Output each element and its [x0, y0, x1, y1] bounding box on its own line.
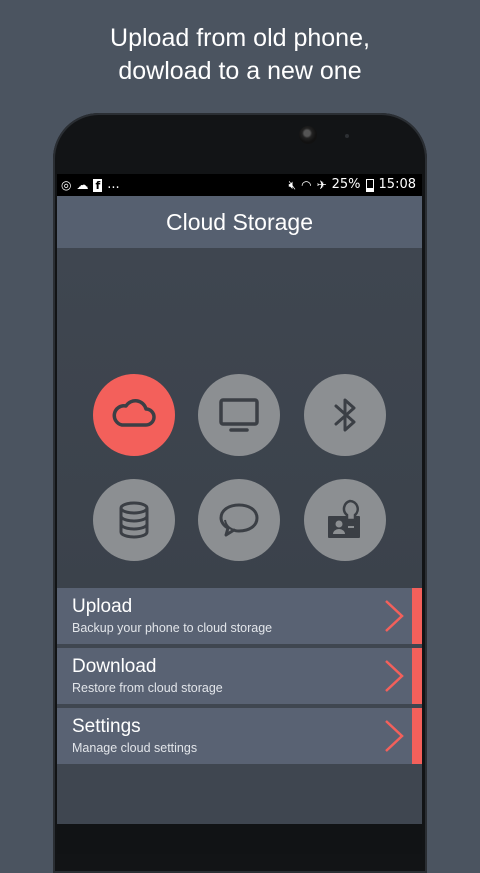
cloud-icon: [112, 399, 156, 427]
settings-title: Settings: [72, 716, 141, 737]
app-title: Cloud Storage: [57, 196, 422, 248]
phone-screen: ◎ ☁ f ... 🔇︎ ◠ ✈ 25% 15:08 Cloud Storage: [57, 174, 422, 854]
database-button[interactable]: [93, 479, 175, 561]
proximity-sensor-icon: [345, 134, 349, 138]
chat-button[interactable]: [198, 479, 280, 561]
chat-icon: [219, 503, 259, 537]
monitor-icon: [219, 398, 259, 432]
facebook-icon: f: [93, 178, 103, 192]
bluetooth-button[interactable]: [304, 374, 386, 456]
download-accent-bar: [412, 648, 422, 704]
download-title: Download: [72, 656, 157, 677]
chevron-right-icon: [385, 660, 404, 692]
airplane-icon: ✈: [316, 178, 327, 192]
upload-title: Upload: [72, 596, 133, 617]
chevron-right-icon: [385, 600, 404, 632]
front-camera-icon: [299, 126, 317, 144]
camera-app-icon: ◎: [61, 178, 72, 192]
upload-subtitle: Backup your phone to cloud storage: [72, 621, 273, 635]
settings-menu-item[interactable]: Settings Manage cloud settings: [57, 708, 422, 764]
upload-menu-item[interactable]: Upload Backup your phone to cloud storag…: [57, 588, 422, 644]
promo-headline: Upload from old phone, dowload to a new …: [0, 22, 480, 88]
contact-lightbulb-icon: [328, 499, 360, 538]
settings-accent-bar: [412, 708, 422, 764]
cloud-button[interactable]: [93, 374, 175, 456]
database-icon: [119, 501, 149, 539]
contact-transfer-button[interactable]: [304, 479, 386, 561]
upload-accent-bar: [412, 588, 422, 644]
download-menu-item[interactable]: Download Restore from cloud storage: [57, 648, 422, 704]
battery-icon: [365, 178, 374, 192]
cloud-icon: ☁: [76, 178, 89, 192]
chevron-right-icon: [385, 720, 404, 752]
icon-grid: [57, 248, 422, 588]
battery-percent: 25%: [331, 177, 361, 192]
status-bar: ◎ ☁ f ... 🔇︎ ◠ ✈ 25% 15:08: [57, 174, 422, 196]
navigation-strip: [57, 824, 422, 854]
monitor-button[interactable]: [198, 374, 280, 456]
mute-icon: 🔇︎: [288, 178, 297, 192]
status-time: 15:08: [378, 177, 416, 192]
download-subtitle: Restore from cloud storage: [72, 681, 223, 695]
wifi-icon: ◠: [301, 178, 312, 192]
bluetooth-icon: [334, 398, 356, 432]
status-more: ...: [107, 177, 120, 192]
promo-line-1: Upload from old phone,: [110, 24, 370, 52]
settings-subtitle: Manage cloud settings: [72, 741, 198, 755]
promo-line-2: dowload to a new one: [118, 57, 362, 85]
